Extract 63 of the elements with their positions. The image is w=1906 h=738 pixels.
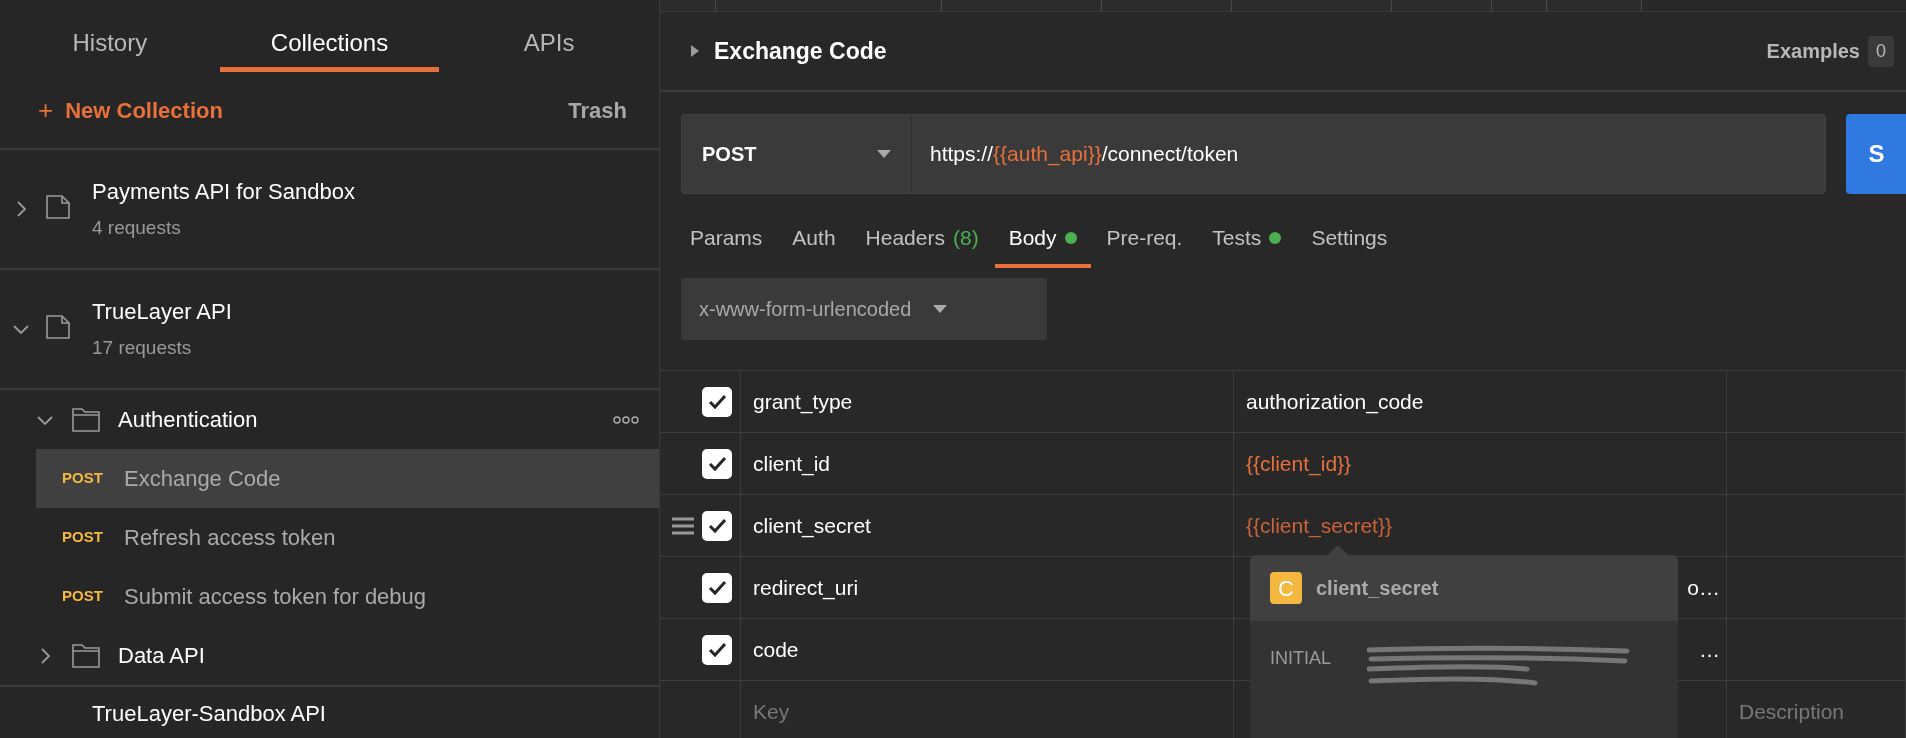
check-icon (707, 579, 727, 596)
folder-name: Authentication (118, 406, 259, 434)
folder-item[interactable]: Data API (0, 626, 659, 685)
sidebar-tab[interactable]: APIs (439, 0, 659, 72)
request-item[interactable]: POST Refresh access token (36, 508, 659, 567)
request-tab[interactable]: Headers (8) (851, 212, 993, 268)
method-label: POST (62, 586, 102, 607)
checkbox[interactable] (702, 634, 732, 665)
folder-icon (72, 641, 100, 670)
method-label: POST (62, 468, 102, 489)
table-cell: grant_type (741, 371, 1234, 433)
request-item[interactable]: POST Submit access token for debug (36, 567, 659, 626)
sidebar-tab[interactable]: Collections (219, 0, 440, 72)
examples-button[interactable]: Examples 0 (1766, 35, 1894, 67)
request-tab[interactable]: Params (676, 212, 777, 268)
table-cell: client_id (741, 433, 1234, 495)
request-count: 17 requests (92, 336, 193, 361)
collection-item[interactable]: Payments API for Sandbox 4 requests (0, 150, 659, 270)
table-cell: code (741, 619, 1234, 681)
check-icon (707, 641, 727, 658)
request-tab[interactable]: Settings (1297, 212, 1402, 268)
redaction-scribble-icon (1367, 645, 1631, 687)
send-button[interactable]: S (1846, 114, 1906, 194)
new-collection-button[interactable]: + New Collection (38, 90, 223, 130)
folder-name: Data API (118, 642, 206, 670)
request-name: Exchange Code (124, 465, 281, 493)
request-name: Submit access token for debug (124, 583, 427, 611)
check-icon (707, 393, 727, 410)
table-cell: redirect_uri (741, 557, 1234, 619)
checkbox[interactable] (702, 572, 732, 603)
folder-icon (72, 405, 100, 434)
table-cell: {{client_id}} (1234, 433, 1727, 495)
check-icon (707, 455, 727, 472)
check-icon (707, 517, 727, 534)
request-tab[interactable]: Pre-req. (1092, 212, 1197, 268)
collection-name: Payments API for Sandbox (92, 178, 355, 207)
request-title: Exchange Code (714, 36, 888, 66)
table-cell: client_secret (741, 495, 1234, 557)
trash-button[interactable]: Trash (568, 93, 627, 127)
request-tab[interactable]: Auth (778, 212, 850, 268)
collection-item[interactable]: TrueLayer-Sandbox API (0, 687, 659, 735)
scope-badge: C (1270, 572, 1302, 604)
variable-name: client_secret (1316, 576, 1439, 601)
dropdown-arrow-icon (933, 305, 948, 313)
table-cell: authorization_code (1234, 371, 1727, 433)
checkbox[interactable] (702, 510, 732, 541)
checkbox[interactable] (702, 448, 732, 479)
request-name: Refresh access token (124, 524, 336, 552)
request-count: 4 requests (92, 216, 182, 241)
request-tab[interactable]: Tests (1198, 212, 1296, 268)
more-icon (613, 415, 639, 424)
sidebar-tab[interactable]: History (0, 0, 220, 72)
folder-item[interactable]: Authentication (0, 390, 659, 449)
collection-name: TrueLayer-Sandbox API (92, 700, 326, 728)
method-label: POST (62, 527, 102, 548)
collection-name: TrueLayer API (92, 298, 232, 327)
initial-label: INITIAL (1270, 647, 1331, 670)
collection-item[interactable]: TrueLayer API 17 requests (0, 270, 659, 390)
body-type-dropdown[interactable]: x-www-form-urlencoded (681, 278, 1047, 340)
request-tab[interactable]: Body (994, 212, 1091, 268)
expand-icon (690, 44, 700, 58)
request-item[interactable]: POST Exchange Code (36, 449, 659, 508)
checkbox[interactable] (702, 386, 732, 417)
